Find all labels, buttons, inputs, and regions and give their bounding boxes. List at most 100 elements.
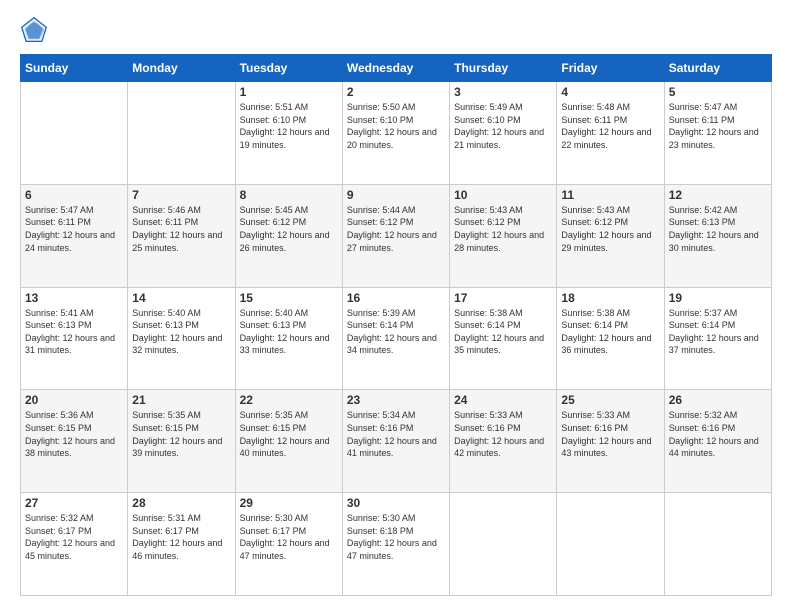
day-info: Sunrise: 5:50 AMSunset: 6:10 PMDaylight:… (347, 101, 445, 151)
day-number: 15 (240, 291, 338, 305)
calendar-cell: 16 Sunrise: 5:39 AMSunset: 6:14 PMDayligh… (342, 287, 449, 390)
calendar-cell: 12 Sunrise: 5:42 AMSunset: 6:13 PMDayligh… (664, 184, 771, 287)
day-number: 10 (454, 188, 552, 202)
day-info: Sunrise: 5:51 AMSunset: 6:10 PMDaylight:… (240, 101, 338, 151)
calendar-cell: 22 Sunrise: 5:35 AMSunset: 6:15 PMDayligh… (235, 390, 342, 493)
calendar-cell: 11Sunrise: 5:43 AMSunset: 6:12 PMDayligh… (557, 184, 664, 287)
day-info: Sunrise: 5:30 AMSunset: 6:18 PMDaylight:… (347, 512, 445, 562)
day-number: 26 (669, 393, 767, 407)
day-info: Sunrise: 5:42 AMSunset: 6:13 PMDaylight:… (669, 204, 767, 254)
calendar-cell: 26 Sunrise: 5:32 AMSunset: 6:16 PMDayligh… (664, 390, 771, 493)
day-of-week-header: Sunday (21, 55, 128, 82)
calendar-cell: 30 Sunrise: 5:30 AMSunset: 6:18 PMDayligh… (342, 493, 449, 596)
day-info: Sunrise: 5:35 AMSunset: 6:15 PMDaylight:… (132, 409, 230, 459)
day-info: Sunrise: 5:46 AMSunset: 6:11 PMDaylight:… (132, 204, 230, 254)
day-number: 23 (347, 393, 445, 407)
day-number: 29 (240, 496, 338, 510)
calendar-cell: 14 Sunrise: 5:40 AMSunset: 6:13 PMDayligh… (128, 287, 235, 390)
calendar-cell: 19 Sunrise: 5:37 AMSunset: 6:14 PMDayligh… (664, 287, 771, 390)
calendar-cell: 10 Sunrise: 5:43 AMSunset: 6:12 PMDayligh… (450, 184, 557, 287)
calendar-cell: 25 Sunrise: 5:33 AMSunset: 6:16 PMDayligh… (557, 390, 664, 493)
day-number: 19 (669, 291, 767, 305)
day-number: 8 (240, 188, 338, 202)
calendar-week-row: 13 Sunrise: 5:41 AMSunset: 6:13 PMDayligh… (21, 287, 772, 390)
day-info: Sunrise: 5:32 AMSunset: 6:17 PMDaylight:… (25, 512, 123, 562)
calendar-week-row: 27 Sunrise: 5:32 AMSunset: 6:17 PMDayligh… (21, 493, 772, 596)
day-number: 22 (240, 393, 338, 407)
day-number: 18 (561, 291, 659, 305)
day-info: Sunrise: 5:40 AMSunset: 6:13 PMDaylight:… (240, 307, 338, 357)
day-info: Sunrise: 5:35 AMSunset: 6:15 PMDaylight:… (240, 409, 338, 459)
day-number: 20 (25, 393, 123, 407)
day-info: Sunrise: 5:39 AMSunset: 6:14 PMDaylight:… (347, 307, 445, 357)
day-number: 2 (347, 85, 445, 99)
day-info: Sunrise: 5:47 AMSunset: 6:11 PMDaylight:… (25, 204, 123, 254)
day-info: Sunrise: 5:37 AMSunset: 6:14 PMDaylight:… (669, 307, 767, 357)
calendar-cell (664, 493, 771, 596)
calendar-cell: 6 Sunrise: 5:47 AMSunset: 6:11 PMDaylight… (21, 184, 128, 287)
calendar-cell: 3 Sunrise: 5:49 AMSunset: 6:10 PMDaylight… (450, 82, 557, 185)
calendar-cell: 27 Sunrise: 5:32 AMSunset: 6:17 PMDayligh… (21, 493, 128, 596)
calendar-cell: 15 Sunrise: 5:40 AMSunset: 6:13 PMDayligh… (235, 287, 342, 390)
day-of-week-header: Wednesday (342, 55, 449, 82)
day-info: Sunrise: 5:34 AMSunset: 6:16 PMDaylight:… (347, 409, 445, 459)
calendar-cell: 21 Sunrise: 5:35 AMSunset: 6:15 PMDayligh… (128, 390, 235, 493)
calendar-cell: 18Sunrise: 5:38 AMSunset: 6:14 PMDayligh… (557, 287, 664, 390)
day-number: 6 (25, 188, 123, 202)
day-info: Sunrise: 5:41 AMSunset: 6:13 PMDaylight:… (25, 307, 123, 357)
day-info: Sunrise: 5:33 AMSunset: 6:16 PMDaylight:… (561, 409, 659, 459)
day-number: 13 (25, 291, 123, 305)
day-number: 14 (132, 291, 230, 305)
day-of-week-header: Tuesday (235, 55, 342, 82)
calendar-cell: 7 Sunrise: 5:46 AMSunset: 6:11 PMDaylight… (128, 184, 235, 287)
day-info: Sunrise: 5:45 AMSunset: 6:12 PMDaylight:… (240, 204, 338, 254)
calendar-cell (128, 82, 235, 185)
day-info: Sunrise: 5:48 AMSunset: 6:11 PMDaylight:… (561, 101, 659, 151)
day-number: 1 (240, 85, 338, 99)
day-number: 12 (669, 188, 767, 202)
calendar-cell (21, 82, 128, 185)
day-info: Sunrise: 5:47 AMSunset: 6:11 PMDaylight:… (669, 101, 767, 151)
header (20, 16, 772, 44)
logo (20, 16, 52, 44)
day-number: 5 (669, 85, 767, 99)
calendar-cell: 28 Sunrise: 5:31 AMSunset: 6:17 PMDayligh… (128, 493, 235, 596)
day-of-week-header: Friday (557, 55, 664, 82)
day-number: 28 (132, 496, 230, 510)
calendar-header-row: SundayMondayTuesdayWednesdayThursdayFrid… (21, 55, 772, 82)
calendar-table: SundayMondayTuesdayWednesdayThursdayFrid… (20, 54, 772, 596)
calendar-cell: 29 Sunrise: 5:30 AMSunset: 6:17 PMDayligh… (235, 493, 342, 596)
page: SundayMondayTuesdayWednesdayThursdayFrid… (0, 0, 792, 612)
calendar-cell (557, 493, 664, 596)
calendar-cell: 5 Sunrise: 5:47 AMSunset: 6:11 PMDaylight… (664, 82, 771, 185)
calendar-week-row: 6 Sunrise: 5:47 AMSunset: 6:11 PMDaylight… (21, 184, 772, 287)
day-number: 27 (25, 496, 123, 510)
day-info: Sunrise: 5:38 AMSunset: 6:14 PMDaylight:… (454, 307, 552, 357)
logo-icon (20, 16, 48, 44)
calendar-week-row: 1 Sunrise: 5:51 AMSunset: 6:10 PMDaylight… (21, 82, 772, 185)
day-of-week-header: Saturday (664, 55, 771, 82)
day-info: Sunrise: 5:31 AMSunset: 6:17 PMDaylight:… (132, 512, 230, 562)
day-number: 16 (347, 291, 445, 305)
day-of-week-header: Monday (128, 55, 235, 82)
day-number: 25 (561, 393, 659, 407)
day-number: 30 (347, 496, 445, 510)
day-info: Sunrise: 5:43 AMSunset: 6:12 PMDaylight:… (454, 204, 552, 254)
day-info: Sunrise: 5:40 AMSunset: 6:13 PMDaylight:… (132, 307, 230, 357)
day-info: Sunrise: 5:30 AMSunset: 6:17 PMDaylight:… (240, 512, 338, 562)
day-info: Sunrise: 5:36 AMSunset: 6:15 PMDaylight:… (25, 409, 123, 459)
day-number: 24 (454, 393, 552, 407)
day-info: Sunrise: 5:49 AMSunset: 6:10 PMDaylight:… (454, 101, 552, 151)
day-number: 3 (454, 85, 552, 99)
calendar-cell: 17 Sunrise: 5:38 AMSunset: 6:14 PMDayligh… (450, 287, 557, 390)
day-number: 21 (132, 393, 230, 407)
calendar-cell: 9 Sunrise: 5:44 AMSunset: 6:12 PMDaylight… (342, 184, 449, 287)
calendar-cell: 23 Sunrise: 5:34 AMSunset: 6:16 PMDayligh… (342, 390, 449, 493)
day-number: 17 (454, 291, 552, 305)
day-info: Sunrise: 5:44 AMSunset: 6:12 PMDaylight:… (347, 204, 445, 254)
calendar-cell: 4Sunrise: 5:48 AMSunset: 6:11 PMDaylight… (557, 82, 664, 185)
day-number: 9 (347, 188, 445, 202)
day-info: Sunrise: 5:33 AMSunset: 6:16 PMDaylight:… (454, 409, 552, 459)
day-info: Sunrise: 5:32 AMSunset: 6:16 PMDaylight:… (669, 409, 767, 459)
day-number: 7 (132, 188, 230, 202)
